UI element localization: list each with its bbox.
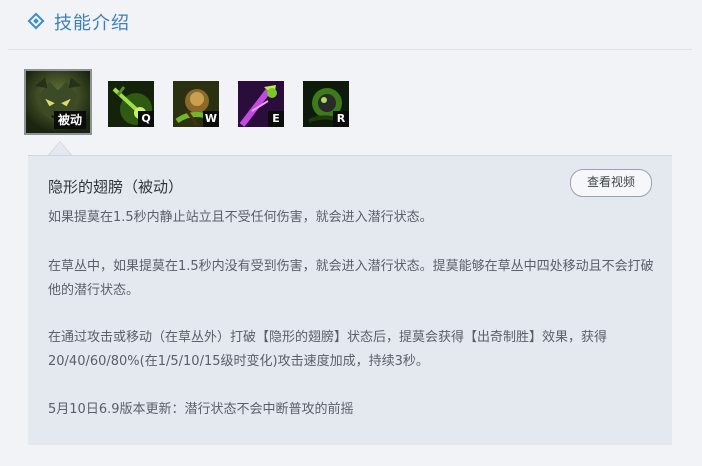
panel-pointer <box>48 141 72 155</box>
skill-detail-panel: 隐形的翅膀（被动） 查看视频 如果提莫在1.5秒内静止站立且不受任何伤害，就会进… <box>28 155 672 445</box>
skill-key-label: Q <box>138 111 154 127</box>
skill-key-label: R <box>333 111 349 127</box>
section-header: 技能介绍 <box>0 0 702 48</box>
skill-w[interactable]: W <box>173 81 219 127</box>
view-video-button[interactable]: 查看视频 <box>570 169 652 197</box>
skill-e[interactable]: E <box>238 81 284 127</box>
skill-passive[interactable]: 被动 <box>24 69 92 135</box>
skill-name: 隐形的翅膀（被动） <box>48 178 184 196</box>
skill-description-paragraph: 如果提莫在1.5秒内静止站立且不受任何伤害，就会进入潜行状态。 <box>48 210 433 225</box>
section-title: 技能介绍 <box>54 13 130 34</box>
skill-description-paragraph: 在通过攻击或移动（在草丛外）打破【隐形的翅膀】状态后，提莫会获得【出奇制胜】效果… <box>48 330 608 369</box>
skill-key-label: W <box>203 111 219 127</box>
skill-r[interactable]: R <box>303 81 349 127</box>
skill-icon-list: 被动 Q W E R <box>24 69 424 135</box>
header-divider <box>8 49 692 50</box>
patch-note: 5月10日6.9版本更新：潜行状态不会中断普攻的前摇 <box>48 402 354 417</box>
skill-key-label: E <box>268 111 284 127</box>
skill-key-label: 被动 <box>53 111 86 129</box>
skill-q[interactable]: Q <box>108 81 154 127</box>
diamond-icon <box>27 12 45 30</box>
skill-description-paragraph: 在草丛中，如果提莫在1.5秒内没有受到伤害，就会进入潜行状态。提莫能够在草丛中四… <box>48 259 654 298</box>
